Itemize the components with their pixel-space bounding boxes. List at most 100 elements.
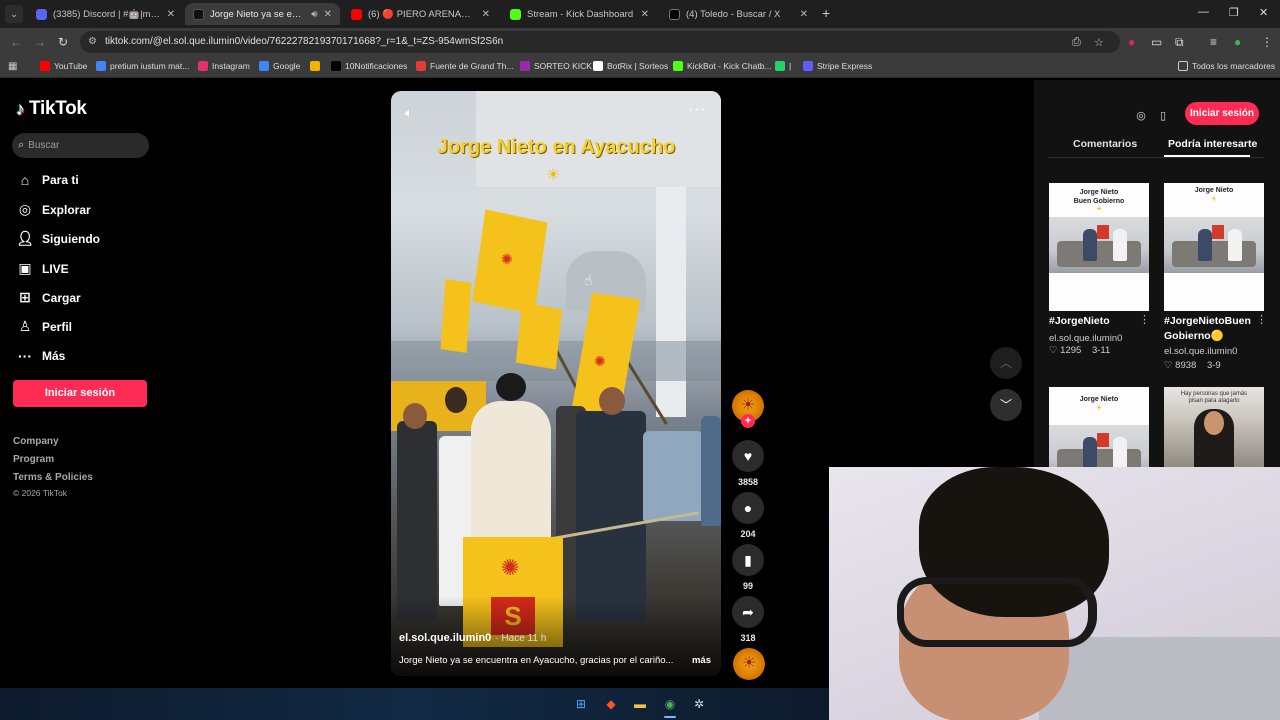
close-icon[interactable]: ✕ (167, 9, 175, 20)
suggested-video-thumbnail[interactable]: Hay personas que jamás pisan para alagar… (1164, 387, 1264, 467)
file-explorer-icon[interactable]: ▬ (632, 696, 648, 712)
share-button[interactable]: ➦ (732, 596, 764, 628)
save-button[interactable]: ▮ (732, 544, 764, 576)
login-button[interactable]: Iniciar sesión (13, 380, 147, 407)
brave-icon[interactable]: ◆ (603, 696, 619, 712)
tiktok-logo[interactable]: ♪ TikTok (16, 98, 87, 120)
bookmark-item[interactable]: pretium iustum mat... (96, 61, 189, 71)
next-video-button[interactable]: ﹀ (990, 389, 1022, 421)
video-author[interactable]: el.sol.que.ilumin0 · Hace 11 h (399, 632, 546, 644)
bookmark-item[interactable]: Stripe Express (803, 61, 872, 71)
browser-tab-active[interactable]: Jorge Nieto ya se encuentra 🔊︎ ✕ (185, 3, 340, 25)
login-button[interactable]: Iniciar sesión (1185, 102, 1259, 125)
close-icon[interactable]: ✕ (324, 9, 332, 20)
footer-link-company[interactable]: Company (13, 436, 59, 447)
search-box[interactable]: ⌕ (12, 133, 149, 158)
nav-item-perfil[interactable]: ♙ Perfil (16, 318, 72, 335)
tab-title: Jorge Nieto ya se encuentra (210, 8, 306, 20)
install-app-icon[interactable]: ⎙ (1072, 36, 1081, 49)
follow-plus-icon[interactable]: + (741, 414, 755, 428)
address-bar[interactable]: ⚙ tiktok.com/@el.sol.que.ilumin0/video/7… (80, 31, 1120, 53)
suggested-video-user[interactable]: el.sol.que.ilumin0 (1049, 333, 1122, 344)
apps-grid-icon[interactable]: ▦ (8, 61, 17, 72)
save-count: 99 (742, 581, 753, 591)
compass-icon[interactable]: ◎ (1132, 107, 1150, 125)
restore-icon[interactable]: ❐ (1229, 6, 1239, 19)
bookmark-item[interactable]: SORTEO KICK (520, 61, 592, 71)
bookmark-item[interactable]: Fuente de Grand Th... (416, 61, 513, 71)
speaker-icon[interactable]: 🔊︎ (311, 9, 317, 20)
close-icon[interactable]: ✕ (482, 9, 490, 20)
bookmark-item[interactable]: 10Notificaciones (331, 61, 407, 71)
forward-icon[interactable]: → (34, 35, 46, 49)
suggested-video-thumbnail[interactable]: Jorge Nieto Buen Gobierno ☀ (1049, 183, 1149, 311)
nav-item-mas[interactable]: ··· Más (16, 348, 65, 364)
suggested-video-user[interactable]: el.sol.que.ilumin0 (1164, 346, 1237, 357)
footer-link-terms[interactable]: Terms & Policies (13, 472, 93, 483)
suggested-video-title[interactable]: #JorgeNieto (1049, 314, 1110, 329)
nav-item-explorar[interactable]: ◎ Explorar (16, 201, 91, 218)
like-button[interactable]: ♥ (732, 440, 764, 472)
windows-start-icon[interactable]: ⊞ (573, 696, 589, 712)
tab-podria-interesarte[interactable]: Podría interesarte (1168, 138, 1257, 150)
more-options-icon[interactable]: ··· (688, 101, 707, 119)
reload-icon[interactable]: ↻ (58, 35, 68, 49)
tab-comentarios[interactable]: Comentarios (1073, 138, 1137, 150)
nav-item-para-ti[interactable]: ⌂ Para ti (16, 172, 79, 188)
bookmark-label: Fuente de Grand Th... (430, 61, 514, 71)
thumbnail-title: Jorge Nieto (1079, 396, 1119, 403)
suggested-video-thumbnail[interactable]: Jorge Nieto ☀ (1164, 183, 1264, 311)
new-tab-icon[interactable]: + (822, 5, 830, 21)
bookmark-item[interactable]: | (775, 61, 791, 71)
comment-button[interactable]: ● (732, 492, 764, 524)
browser-tab-strip: ⌄ (3385) Discord | #🤖|memes ✕ Jorge Niet… (0, 0, 1280, 28)
volume-icon[interactable]: 🔈︎ (405, 105, 413, 121)
extension-icon[interactable]: ▭ (1151, 35, 1162, 49)
person-blue-jacket (643, 431, 703, 521)
close-icon[interactable]: ✕ (641, 9, 649, 20)
browser-tab[interactable]: (6) 🔴 PIERO ARENAS será ¿DE ✕ (343, 3, 498, 25)
close-icon[interactable]: ✕ (800, 9, 808, 20)
menu-kebab-icon[interactable]: ⋮ (1261, 35, 1273, 49)
video-player[interactable]: Jorge Nieto en Ayacucho ☀ ✺ ✺ ✺ S 🔈︎ ···… (391, 91, 721, 676)
caption-more-link[interactable]: más (692, 655, 711, 666)
tab-search-icon[interactable]: ⌄ (5, 5, 23, 23)
browser-tab[interactable]: Stream - Kick Dashboard ✕ (502, 3, 657, 25)
browser-tab[interactable]: (3385) Discord | #🤖|memes ✕ (28, 3, 183, 25)
all-bookmarks-folder[interactable]: Todos los marcadores (1178, 61, 1275, 71)
phone-icon[interactable]: ▯ (1154, 107, 1172, 125)
suggested-video-thumbnail[interactable]: Jorge Nieto ☀ (1049, 387, 1149, 467)
nav-item-siguiendo[interactable]: 👤︎ Siguiendo (16, 230, 100, 247)
footer-link-program[interactable]: Program (13, 454, 54, 465)
music-disc-avatar[interactable]: ☀ (733, 648, 765, 680)
bookmark-item[interactable]: YouTube (40, 61, 87, 71)
back-icon[interactable]: ← (10, 35, 22, 49)
more-options-icon[interactable]: ⋮ (1139, 313, 1150, 326)
more-options-icon[interactable]: ⋮ (1256, 313, 1267, 326)
close-window-icon[interactable]: ✕ (1259, 6, 1268, 19)
bookmark-item[interactable]: KickBot - Kick Chatb... (673, 61, 772, 71)
nav-item-cargar[interactable]: ⊞ Cargar (16, 289, 81, 306)
search-input[interactable] (28, 140, 129, 151)
url-text[interactable]: tiktok.com/@el.sol.que.ilumin0/video/762… (105, 36, 503, 47)
app-icon[interactable]: ✲ (691, 696, 707, 712)
bookmark-item[interactable]: BotRix | Sorteos (593, 61, 668, 71)
bookmark-star-icon[interactable]: ☆ (1094, 36, 1104, 49)
bookmark-item[interactable]: Instagram (198, 61, 250, 71)
bookmark-item[interactable]: Google (259, 61, 300, 71)
browser-tab[interactable]: (4) Toledo - Buscar / X ✕ (661, 3, 816, 25)
bookmark-item[interactable] (310, 61, 324, 71)
site-info-icon[interactable]: ⚙ (88, 36, 97, 47)
extension-icon[interactable]: ● (1128, 35, 1135, 49)
suggested-video-title[interactable]: #JorgeNietoBuen Gobierno🟡 (1164, 314, 1254, 344)
author-name[interactable]: el.sol.que.ilumin0 (399, 632, 491, 644)
person (1083, 229, 1097, 261)
minimize-icon[interactable]: — (1198, 6, 1209, 18)
media-icon[interactable]: ≡ (1210, 35, 1217, 49)
profile-avatar-icon[interactable]: ● (1234, 35, 1241, 49)
nav-item-live[interactable]: ▣ LIVE (16, 260, 68, 277)
puzzle-icon[interactable]: ⧉ (1175, 35, 1184, 50)
previous-video-button[interactable]: ︿ (990, 347, 1022, 379)
sun-icon: ☀ (1095, 206, 1103, 213)
chrome-icon[interactable]: ◉ (662, 696, 678, 712)
